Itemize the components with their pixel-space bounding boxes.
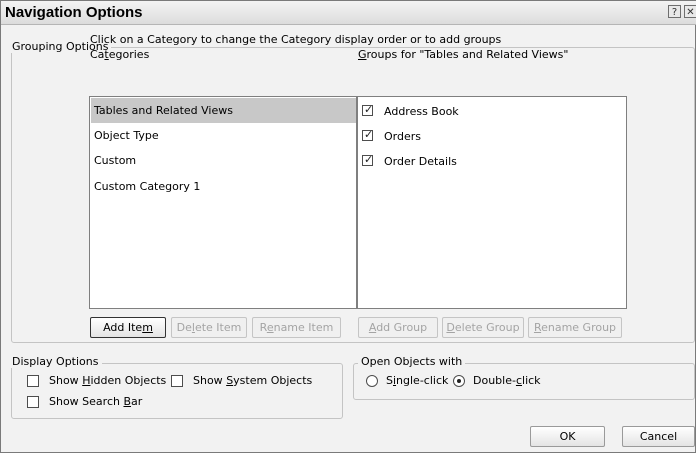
groups-list[interactable]: ✓ Address Book ✓ Orders ✓ Order Details	[357, 96, 627, 309]
group-checkbox[interactable]: ✓	[362, 153, 374, 166]
add-item-button[interactable]: Add Item	[90, 317, 166, 338]
show-hidden-objects-checkbox[interactable]	[27, 375, 39, 387]
help-icon[interactable]: ?	[668, 5, 681, 18]
show-search-bar-checkbox[interactable]	[27, 396, 39, 408]
checkmark-icon: ✓	[364, 128, 374, 141]
delete-item-button[interactable]: Delete Item	[171, 317, 247, 338]
category-item-custom-category-1[interactable]: Custom Category 1	[91, 174, 356, 199]
rename-group-button[interactable]: Rename Group	[528, 317, 622, 338]
group-checkbox[interactable]: ✓	[362, 103, 374, 116]
delete-group-button[interactable]: Delete Group	[442, 317, 524, 338]
window-title: Navigation Options	[5, 4, 143, 21]
title-bar: Navigation Options ? ✕	[1, 1, 696, 25]
cancel-button[interactable]: Cancel	[622, 426, 695, 447]
show-system-objects-checkbox[interactable]	[171, 375, 183, 387]
groups-label: Groups for "Tables and Related Views"	[358, 48, 569, 61]
checkmark-icon: ✓	[364, 103, 374, 116]
open-objects-legend: Open Objects with	[358, 355, 466, 368]
grouping-instruction: Click on a Category to change the Catego…	[90, 33, 502, 46]
navigation-options-dialog: Navigation Options ? ✕ Grouping Options …	[0, 0, 696, 453]
category-item-custom[interactable]: Custom	[91, 148, 356, 173]
double-click-radio[interactable]	[453, 375, 465, 387]
single-click-radio[interactable]	[366, 375, 378, 387]
add-group-button[interactable]: Add Group	[358, 317, 438, 338]
ok-button[interactable]: OK	[530, 426, 605, 447]
rename-item-button[interactable]: Rename Item	[252, 317, 341, 338]
categories-label: Categories	[90, 48, 150, 61]
display-options-legend: Display Options	[9, 355, 102, 368]
radio-selected-dot	[457, 379, 461, 383]
close-icon[interactable]: ✕	[684, 5, 696, 18]
categories-list[interactable]: Tables and Related Views Object Type Cus…	[89, 96, 357, 309]
category-item-object-type[interactable]: Object Type	[91, 123, 356, 148]
checkmark-icon: ✓	[364, 153, 374, 166]
group-checkbox[interactable]: ✓	[362, 128, 374, 141]
category-item-tables-and-related-views[interactable]: Tables and Related Views	[91, 98, 356, 123]
